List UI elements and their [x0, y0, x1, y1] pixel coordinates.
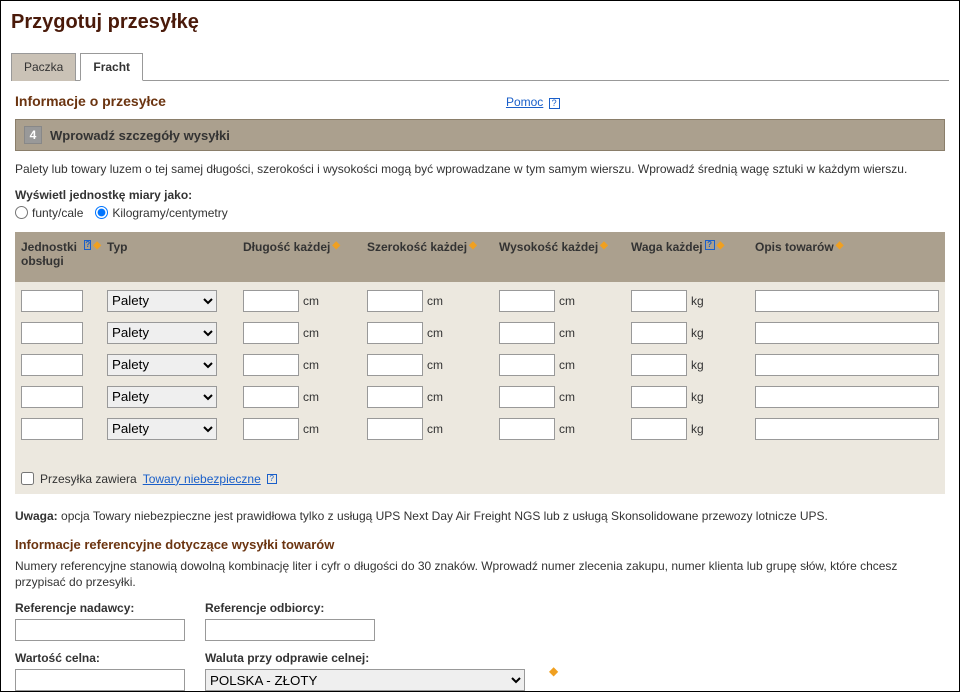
required-icon: ◆: [717, 240, 725, 251]
desc-input[interactable]: [755, 418, 939, 440]
required-icon: ◆: [836, 240, 844, 251]
weight-input[interactable]: [631, 386, 687, 408]
length-input[interactable]: [243, 386, 299, 408]
qty-input[interactable]: [21, 322, 83, 344]
page-title: Przygotuj przesyłkę: [11, 11, 949, 34]
table-row: Palety cm cm cm kg: [21, 354, 939, 376]
width-input[interactable]: [367, 322, 423, 344]
ref-receiver-label: Referencje odbiorcy:: [205, 601, 375, 615]
type-select[interactable]: Palety: [107, 354, 217, 376]
qty-input[interactable]: [21, 354, 83, 376]
height-input[interactable]: [499, 290, 555, 312]
tabs: Paczka Fracht: [11, 52, 949, 81]
grid-header: Jednostki obsługi?◆ Typ Długość każdej◆ …: [15, 232, 945, 282]
customs-value-label: Wartość celna:: [15, 651, 185, 665]
unit-label: Wyświetl jednostkę miary jako:: [15, 188, 945, 202]
radio-kg-input[interactable]: [95, 206, 108, 219]
tab-package[interactable]: Paczka: [11, 53, 76, 81]
required-icon: ◆: [93, 240, 101, 251]
qty-input[interactable]: [21, 386, 83, 408]
desc-input[interactable]: [755, 290, 939, 312]
length-input[interactable]: [243, 418, 299, 440]
desc-input[interactable]: [755, 386, 939, 408]
hazmat-link[interactable]: Towary niebezpieczne: [143, 472, 261, 486]
width-input[interactable]: [367, 386, 423, 408]
customs-value-input[interactable]: [15, 669, 185, 691]
qty-input[interactable]: [21, 418, 83, 440]
table-row: Palety cm cm cm kg: [21, 290, 939, 312]
intro-text: Palety lub towary luzem o tej samej dług…: [15, 161, 945, 178]
required-icon: ◆: [600, 240, 608, 251]
weight-input[interactable]: [631, 354, 687, 376]
weight-input[interactable]: [631, 322, 687, 344]
height-input[interactable]: [499, 386, 555, 408]
desc-input[interactable]: [755, 354, 939, 376]
help-link[interactable]: Pomoc ?: [506, 95, 560, 109]
tab-freight[interactable]: Fracht: [80, 53, 143, 81]
length-input[interactable]: [243, 354, 299, 376]
help-icon: ?: [549, 98, 560, 109]
type-select[interactable]: Palety: [107, 290, 217, 312]
width-input[interactable]: [367, 290, 423, 312]
table-row: Palety cm cm cm kg: [21, 386, 939, 408]
customs-currency-select[interactable]: POLSKA - ZŁOTY: [205, 669, 525, 691]
info-icon: ?: [705, 240, 715, 250]
height-input[interactable]: [499, 418, 555, 440]
ref-receiver-input[interactable]: [205, 619, 375, 641]
required-icon: ◆: [469, 240, 477, 251]
required-icon: ◆: [332, 240, 340, 251]
radio-lbs[interactable]: funty/cale: [15, 206, 83, 220]
width-input[interactable]: [367, 418, 423, 440]
table-row: Palety cm cm cm kg: [21, 418, 939, 440]
height-input[interactable]: [499, 322, 555, 344]
type-select[interactable]: Palety: [107, 322, 217, 344]
grid-body: Palety cm cm cm kg Palety cm cm cm kg Pa…: [15, 282, 945, 464]
required-icon: ◆: [549, 664, 558, 678]
radio-kg[interactable]: Kilogramy/centymetry: [95, 206, 227, 220]
length-input[interactable]: [243, 290, 299, 312]
length-input[interactable]: [243, 322, 299, 344]
type-select[interactable]: Palety: [107, 418, 217, 440]
hazmat-note: Uwaga: opcja Towary niebezpieczne jest p…: [15, 508, 945, 525]
radio-lbs-input[interactable]: [15, 206, 28, 219]
desc-input[interactable]: [755, 322, 939, 344]
step-number: 4: [24, 126, 42, 144]
hazmat-row: Przesyłka zawiera Towary niebezpieczne?: [15, 464, 945, 494]
info-icon: ?: [84, 240, 91, 250]
ref-sender-input[interactable]: [15, 619, 185, 641]
weight-input[interactable]: [631, 418, 687, 440]
height-input[interactable]: [499, 354, 555, 376]
section-title: Informacje o przesyłce: [15, 93, 166, 109]
customs-currency-label: Waluta przy odprawie celnej:: [205, 651, 525, 665]
ref-title: Informacje referencyjne dotyczące wysyłk…: [15, 537, 945, 552]
ref-sender-label: Referencje nadawcy:: [15, 601, 185, 615]
type-select[interactable]: Palety: [107, 386, 217, 408]
info-icon: ?: [267, 474, 277, 484]
hazmat-checkbox[interactable]: [21, 472, 34, 485]
ref-text: Numery referencyjne stanowią dowolną kom…: [15, 558, 945, 592]
weight-input[interactable]: [631, 290, 687, 312]
step-label: Wprowadź szczegóły wysyłki: [50, 128, 230, 143]
table-row: Palety cm cm cm kg: [21, 322, 939, 344]
width-input[interactable]: [367, 354, 423, 376]
qty-input[interactable]: [21, 290, 83, 312]
step-bar: 4 Wprowadź szczegóły wysyłki: [15, 119, 945, 151]
